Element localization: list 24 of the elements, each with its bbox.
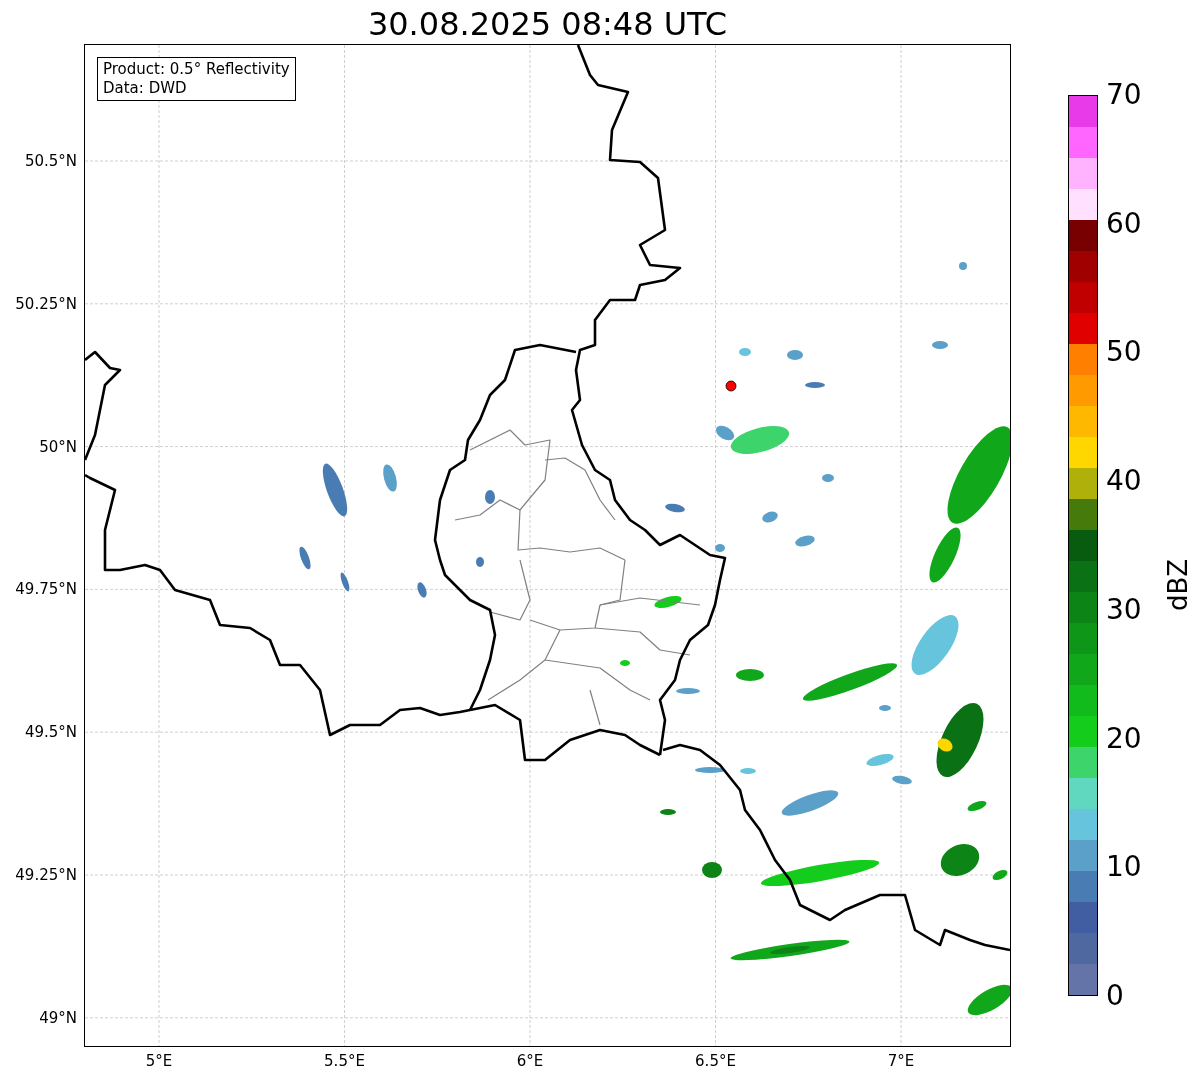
axis-tick-label: 5.5°E [324,1052,365,1070]
axis-tick-label: 49.5°N [24,722,77,743]
colorbar-tick-label: 20 [1106,721,1142,756]
axis-tick-label: 50°N [39,436,77,457]
info-text: Product: 0.5° Reflectivity [103,60,290,79]
colorbar-tick-label: 0 [1106,979,1124,1013]
axis-tick-label: 50.5°N [24,151,77,171]
info-text: Data: DWD [103,79,188,98]
axis-tick-label: 49°N [39,1007,77,1028]
colorbar-tick-label: 40 [1106,464,1142,499]
colorbar-tick-label: 60 [1106,206,1142,241]
axis-tick-label: 49.25°N [15,865,77,885]
axis-tick-label: 6.5°E [695,1052,736,1070]
axis-tick-label: 7°E [887,1052,915,1070]
colorbar-tick-label: 70 [1106,78,1142,112]
colorbar-tick-label: 10 [1106,850,1142,885]
axis-tick-label: 5°E [145,1052,173,1070]
chart-title: 30.08.2025 08:48 UTC [366,4,729,45]
colorbar-label: dBZ [1163,557,1193,614]
axis-tick-label: 50.25°N [15,293,77,314]
axis-tick-label: 49.75°N [15,579,77,600]
colorbar-tick-label: 50 [1106,335,1142,370]
colorbar-tick-label: 30 [1106,592,1142,627]
axis-tick-label: 6°E [516,1052,544,1070]
